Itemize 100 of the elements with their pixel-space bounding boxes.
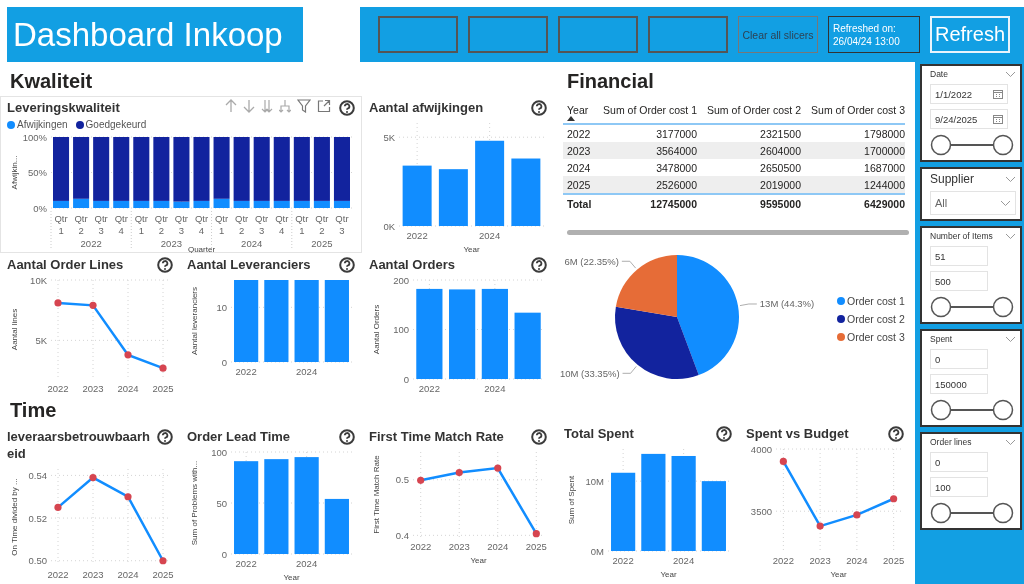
- tick-label: 2023: [809, 555, 831, 566]
- blank-button[interactable]: [468, 16, 548, 53]
- leader-line: [621, 261, 637, 269]
- table-cell: 1700000: [864, 144, 905, 157]
- focus-mode-icon[interactable]: [317, 99, 331, 113]
- sort-up-icon[interactable]: [567, 116, 575, 121]
- slicer-title: Number of Items: [930, 231, 993, 241]
- legend-label[interactable]: Afwijkingen: [17, 119, 68, 130]
- tick-label: 2024: [117, 569, 139, 580]
- legend-label[interactable]: Order cost 2: [847, 313, 905, 326]
- tick-label: 2024: [487, 541, 509, 552]
- blank-button[interactable]: [378, 16, 458, 53]
- arrow-up-icon[interactable]: [225, 99, 237, 113]
- chevron-down-icon[interactable]: [1005, 232, 1016, 240]
- dropdown[interactable]: All: [930, 191, 1016, 215]
- double-arrow-down-icon[interactable]: [261, 99, 273, 113]
- tick-label: 2023: [82, 569, 104, 580]
- tick-label: 2022: [410, 541, 432, 552]
- tick-label: 2023: [160, 238, 182, 249]
- chart-title: Aantal Orders: [369, 256, 456, 273]
- help-icon[interactable]: [716, 426, 732, 442]
- legend-label[interactable]: Goedgekeurd: [85, 119, 147, 130]
- range-slider[interactable]: [930, 296, 1014, 318]
- help-icon[interactable]: [157, 257, 173, 273]
- help-icon[interactable]: [531, 429, 547, 445]
- input-field[interactable]: 100: [930, 477, 988, 497]
- help-icon[interactable]: [339, 429, 355, 445]
- arrow-down-icon[interactable]: [243, 99, 255, 113]
- chevron-down-icon[interactable]: [1000, 199, 1011, 207]
- table-cell: 2019000: [760, 178, 801, 191]
- input-field[interactable]: 150000: [930, 374, 988, 394]
- data-point: [89, 473, 97, 482]
- tick-label: 2024: [673, 555, 695, 566]
- tick-label: 2024: [117, 383, 139, 394]
- axis-title: Year: [470, 556, 487, 565]
- tick-label: Qtr 1: [214, 213, 229, 236]
- table-cell: 3478000: [656, 161, 697, 174]
- date-field[interactable]: 1/1/2022: [930, 84, 1008, 104]
- table-cell: 2650500: [760, 161, 801, 174]
- scrollbar[interactable]: [567, 230, 909, 236]
- tick-label: Qtr 4: [194, 213, 209, 236]
- tick-label: 3500: [750, 505, 772, 517]
- table-cell: 1244000: [864, 178, 905, 191]
- input-field[interactable]: 51: [930, 246, 988, 266]
- section-heading: Time: [9, 398, 58, 423]
- chevron-down-icon[interactable]: [1005, 438, 1016, 446]
- help-icon[interactable]: [157, 429, 173, 445]
- tick-label: 2022: [47, 383, 69, 394]
- tick-label: 2022: [235, 366, 257, 377]
- data-point: [159, 557, 167, 565]
- fork-icon[interactable]: [279, 99, 291, 113]
- chevron-down-icon[interactable]: [1005, 175, 1016, 183]
- input-field[interactable]: 0: [930, 452, 988, 472]
- legend-label[interactable]: Order cost 1: [847, 295, 905, 308]
- range-slider[interactable]: [930, 134, 1014, 156]
- slicer-title: Supplier: [930, 172, 975, 186]
- range-slider[interactable]: [930, 399, 1014, 421]
- legend-label[interactable]: Order cost 3: [847, 331, 905, 344]
- data-label: 10M (33.35%): [559, 368, 620, 380]
- total-cell: 9595000: [760, 197, 801, 210]
- input-field[interactable]: 0: [930, 349, 988, 369]
- data-point: [89, 301, 97, 309]
- axis-title: Aantal Orders: [372, 304, 381, 355]
- column-header[interactable]: Sum of Order cost 1: [603, 104, 697, 116]
- help-icon[interactable]: [531, 100, 547, 116]
- table-cell: 2023: [567, 144, 591, 157]
- range-slider[interactable]: [930, 502, 1014, 524]
- column-header[interactable]: Sum of Order cost 3: [811, 104, 905, 116]
- help-icon[interactable]: [339, 257, 355, 273]
- column-header[interactable]: Year: [567, 104, 589, 116]
- chevron-down-icon[interactable]: [1005, 70, 1016, 78]
- chart-title: Total Spent: [564, 425, 635, 442]
- tick-label: 2025: [883, 555, 905, 566]
- tick-label: 0M: [590, 545, 604, 557]
- tick-label: 2022: [418, 383, 440, 394]
- tick-label: 50: [216, 497, 227, 509]
- data-point: [494, 464, 502, 472]
- filter-icon[interactable]: [297, 99, 311, 113]
- tick-label: 0.50: [28, 555, 47, 567]
- tick-label: 2025: [525, 541, 547, 552]
- blank-button[interactable]: [648, 16, 728, 53]
- slicer-title: Date: [930, 69, 948, 79]
- table-cell: 2321500: [760, 127, 801, 140]
- column-header[interactable]: Sum of Order cost 2: [707, 104, 801, 116]
- data-point: [779, 457, 787, 466]
- chevron-down-icon[interactable]: [1005, 335, 1016, 343]
- chart-title: Aantal Leveranciers: [187, 256, 312, 273]
- tick-label: 0.52: [28, 512, 47, 524]
- total-cell: 6429000: [864, 197, 905, 210]
- help-icon[interactable]: [531, 257, 547, 273]
- input-field[interactable]: 500: [930, 271, 988, 291]
- blank-button[interactable]: [558, 16, 638, 53]
- date-field[interactable]: 9/24/2025: [930, 109, 1008, 129]
- help-icon[interactable]: [888, 426, 904, 442]
- calendar-icon[interactable]: [993, 114, 1003, 124]
- calendar-icon[interactable]: [993, 89, 1003, 99]
- chart-title: leveraarsbetrouwbaarheid: [7, 428, 152, 462]
- help-icon[interactable]: [339, 100, 355, 116]
- tick-label: 2022: [235, 558, 257, 569]
- section-heading: Kwaliteit: [9, 69, 94, 94]
